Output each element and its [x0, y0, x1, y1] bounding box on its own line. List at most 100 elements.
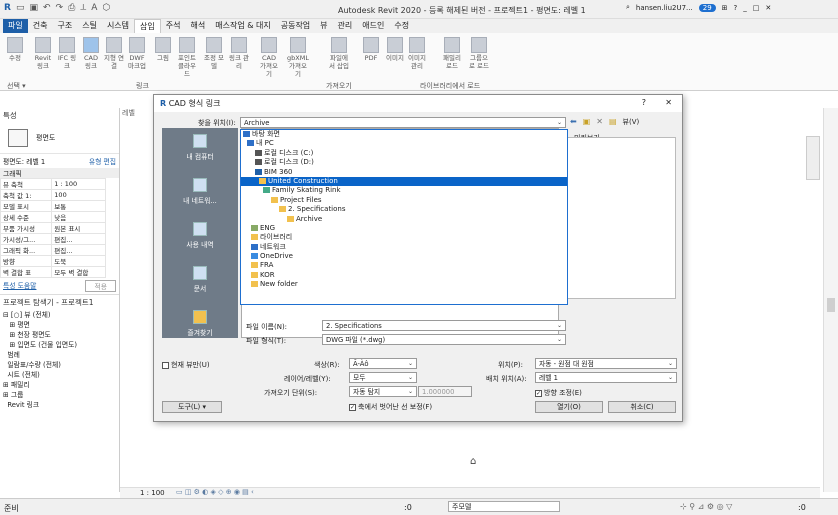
tab-architecture[interactable]: 건축 [28, 19, 53, 33]
views-menu[interactable]: 뷰(V) [623, 117, 640, 127]
property-row[interactable]: 축척 값 1: 100 [0, 189, 106, 201]
tab-annotate[interactable]: 주석 [161, 19, 186, 33]
load-family-button[interactable]: 패밀리 로드 [441, 37, 463, 70]
chevron-down-icon[interactable]: ⌄ [668, 359, 673, 369]
folder-list-item[interactable]: Project Files [241, 196, 567, 205]
tools-button[interactable]: 도구(L) ▾ [162, 401, 222, 413]
folder-list-item[interactable]: 2. Specifications [241, 205, 567, 214]
new-folder-icon[interactable]: ▤ [609, 117, 617, 127]
place-documents[interactable]: 문서 [162, 260, 238, 304]
place-at-select[interactable]: 레벨 1 ⌄ [535, 372, 677, 383]
maximize-icon[interactable]: □ [753, 4, 760, 12]
folder-list-item[interactable]: 로컬 디스크 (C:) [241, 149, 567, 158]
dwf-markup-button[interactable]: DWF 마크업 [126, 37, 148, 70]
units-select[interactable]: 자동 탐지 ⌄ [349, 386, 417, 397]
property-value[interactable]: 낮음 [51, 211, 106, 223]
property-row[interactable]: 가시성/그... 편집... [0, 233, 106, 245]
graphics-section[interactable]: 그래픽 [0, 168, 119, 178]
save-icon[interactable]: ▣ [29, 3, 38, 13]
correct-lines-checkbox[interactable]: ✓ 축에서 벗어난 선 보정(F) [349, 402, 432, 412]
folder-list-item[interactable]: OneDrive [241, 252, 567, 261]
folder-list-item[interactable]: 로컬 디스크 (D:) [241, 158, 567, 167]
navigation-bar[interactable] [806, 136, 820, 180]
coordination-model-button[interactable]: 조정 모델 [203, 37, 225, 70]
tree-item[interactable]: ⊞ 그룹 [3, 390, 119, 400]
modify-button[interactable]: 수정 [4, 37, 26, 62]
tab-insert[interactable]: 삽입 [134, 19, 161, 33]
checkbox-box[interactable] [162, 361, 169, 369]
chevron-down-icon[interactable]: ⌄ [557, 118, 562, 128]
binoculars-icon[interactable]: ⌕ [626, 3, 630, 12]
tab-massing[interactable]: 매스작업 & 대지 [210, 19, 275, 33]
view-tab[interactable]: 레벨 [122, 108, 135, 118]
view-scale[interactable]: 1 : 100 [140, 489, 165, 497]
layers-select[interactable]: 모두 ⌄ [349, 372, 417, 383]
scroll-thumb[interactable] [827, 298, 835, 312]
checkbox-box[interactable]: ✓ [535, 389, 542, 397]
up-folder-icon[interactable]: ▣ [583, 117, 591, 127]
property-row[interactable]: 모델 표시 보통 [0, 200, 106, 212]
tab-manage[interactable]: 관리 [333, 19, 358, 33]
color-select[interactable]: Ã-Àô ⌄ [349, 358, 417, 369]
tree-item[interactable]: ⊞ 패밀리 [3, 380, 119, 390]
checkbox-box[interactable]: ✓ [349, 403, 356, 411]
property-value[interactable]: 모두 벽 결합 [51, 266, 106, 278]
cancel-button[interactable]: 취소(C) [608, 401, 676, 413]
user-name[interactable]: hansen.liu2U7... [636, 4, 693, 12]
tab-structure[interactable]: 구조 [52, 19, 77, 33]
folder-list-item[interactable]: Family Skating Rink [241, 186, 567, 195]
chevron-down-icon[interactable]: ⌄ [408, 373, 413, 383]
file-name-input[interactable]: 2. Specifications ⌄ [322, 320, 566, 331]
chevron-down-icon[interactable]: ⌄ [668, 373, 673, 383]
property-value[interactable]: 원본 표시 [51, 222, 106, 234]
load-as-group-button[interactable]: 그룹으로 로드 [468, 37, 490, 70]
ifc-link-button[interactable]: IFC 링크 [56, 37, 78, 70]
property-value[interactable]: 편집... [51, 244, 106, 256]
folder-list-item[interactable]: 라이브러리 [241, 233, 567, 242]
vertical-scrollbar[interactable] [823, 108, 838, 492]
property-value[interactable]: 보통 [51, 200, 106, 212]
gbxml-button[interactable]: gbXML 가져오기 [287, 37, 309, 78]
text-icon[interactable]: A [91, 3, 97, 13]
delete-icon[interactable]: ✕ [596, 117, 603, 127]
tab-steel[interactable]: 스틸 [77, 19, 102, 33]
view-control-icons[interactable]: ▭ ◫ ⚙ ◐ ◈ ◇ ⊕ ◉ ▤ ‹ [176, 488, 254, 496]
3d-view-icon[interactable]: ⬡ [102, 3, 110, 13]
folder-list-item[interactable]: 바탕 화면 [241, 130, 567, 139]
view-selector[interactable]: 평면도: 레벨 1 [3, 156, 45, 166]
property-row[interactable]: 뷰 축척 1 : 100 [0, 178, 106, 190]
property-row[interactable]: 부품 가시성 원본 표시 [0, 222, 106, 234]
print-icon[interactable]: ⎙ [68, 3, 75, 13]
chevron-down-icon[interactable]: ⌄ [408, 359, 413, 369]
current-view-checkbox[interactable]: 현재 뷰만(U) [162, 360, 210, 370]
tab-view[interactable]: 뷰 [315, 19, 332, 33]
project-browser-tree[interactable]: ⊟ [○] 뷰 (전체) ⊞ 평면 ⊞ 천장 평면도 ⊞ 입면도 (건물 입면도… [0, 310, 119, 410]
tab-modify[interactable]: 수정 [389, 19, 414, 33]
tab-systems[interactable]: 시스템 [102, 19, 134, 33]
chevron-down-icon[interactable]: ⌄ [557, 335, 562, 345]
tree-item[interactable]: ⊞ 평면 [3, 320, 119, 330]
tree-item[interactable]: 범례 [3, 350, 119, 360]
revit-link-button[interactable]: Revit 링크 [32, 37, 54, 70]
dialog-help-button[interactable]: ? [642, 98, 646, 107]
chevron-down-icon[interactable]: ⌄ [557, 321, 562, 331]
folder-list-item[interactable]: Archive [241, 215, 567, 224]
property-row[interactable]: 그래픽 화... 편집... [0, 244, 106, 256]
tab-collaborate[interactable]: 공동작업 [276, 19, 315, 33]
place-favorites[interactable]: 즐겨찾기 [162, 304, 238, 338]
topo-link-button[interactable]: 지형 연결 [103, 37, 125, 70]
notification-badge[interactable]: 29 [698, 3, 716, 12]
folder-list-item[interactable]: KOR [241, 271, 567, 280]
cart-icon[interactable]: ⊞ [722, 4, 728, 12]
property-row[interactable]: 방향 도북 [0, 255, 106, 267]
image-import-button[interactable]: 이미지 [384, 37, 406, 62]
property-row[interactable]: 상세 수준 낮음 [0, 211, 106, 223]
folder-list-item[interactable]: FRA [241, 261, 567, 270]
minimize-icon[interactable]: _ [743, 4, 747, 12]
revit-logo-icon[interactable]: R [4, 3, 11, 13]
tree-item[interactable]: 일람표/수량 (전체) [3, 360, 119, 370]
manage-images-button[interactable]: 이미지 관리 [406, 37, 428, 70]
property-row[interactable]: 벽 결합 표 모두 벽 결합 [0, 266, 106, 278]
tree-item[interactable]: ⊞ 입면도 (건물 입면도) [3, 340, 119, 350]
look-in-combo[interactable]: Archive ⌄ [240, 117, 566, 128]
